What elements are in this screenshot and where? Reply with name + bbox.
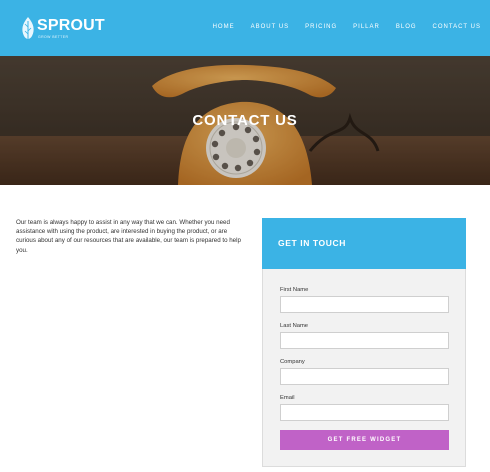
last-name-field[interactable] <box>280 332 449 349</box>
brand-tagline: GROW BETTER <box>38 35 69 39</box>
first-name-field[interactable] <box>280 296 449 313</box>
brand-name: SPROUT <box>37 17 105 34</box>
site-header: SPROUT GROW BETTER HOME ABOUT US PRICING… <box>0 0 490 56</box>
email-field[interactable] <box>280 404 449 421</box>
nav-item-pillar[interactable]: PILLAR <box>353 24 380 30</box>
nav-item-home[interactable]: HOME <box>213 24 235 30</box>
main-nav: HOME ABOUT US PRICING PILLAR BLOG CONTAC… <box>197 24 481 30</box>
contact-form-title: GET IN TOUCH <box>278 238 346 248</box>
nav-item-blog[interactable]: BLOG <box>396 24 417 30</box>
company-field[interactable] <box>280 368 449 385</box>
contact-form-header: GET IN TOUCH <box>262 218 466 269</box>
page-title: CONTACT US <box>192 112 298 129</box>
first-name-label: First Name <box>280 287 309 293</box>
brand-logo[interactable]: SPROUT GROW BETTER <box>20 14 105 42</box>
nav-item-contact-us[interactable]: CONTACT US <box>433 24 481 30</box>
contact-form-card: GET IN TOUCH First Name Last Name Compan… <box>262 218 466 467</box>
nav-item-about-us[interactable]: ABOUT US <box>251 24 290 30</box>
company-label: Company <box>280 359 305 365</box>
intro-text: Our team is always happy to assist in an… <box>16 219 241 254</box>
leaf-icon <box>22 17 34 39</box>
get-free-widget-button[interactable]: GET FREE WIDGET <box>280 430 449 450</box>
last-name-label: Last Name <box>280 323 309 329</box>
email-label: Email <box>280 395 295 401</box>
nav-item-pricing[interactable]: PRICING <box>305 24 337 30</box>
hero-banner: CONTACT US <box>0 56 490 185</box>
